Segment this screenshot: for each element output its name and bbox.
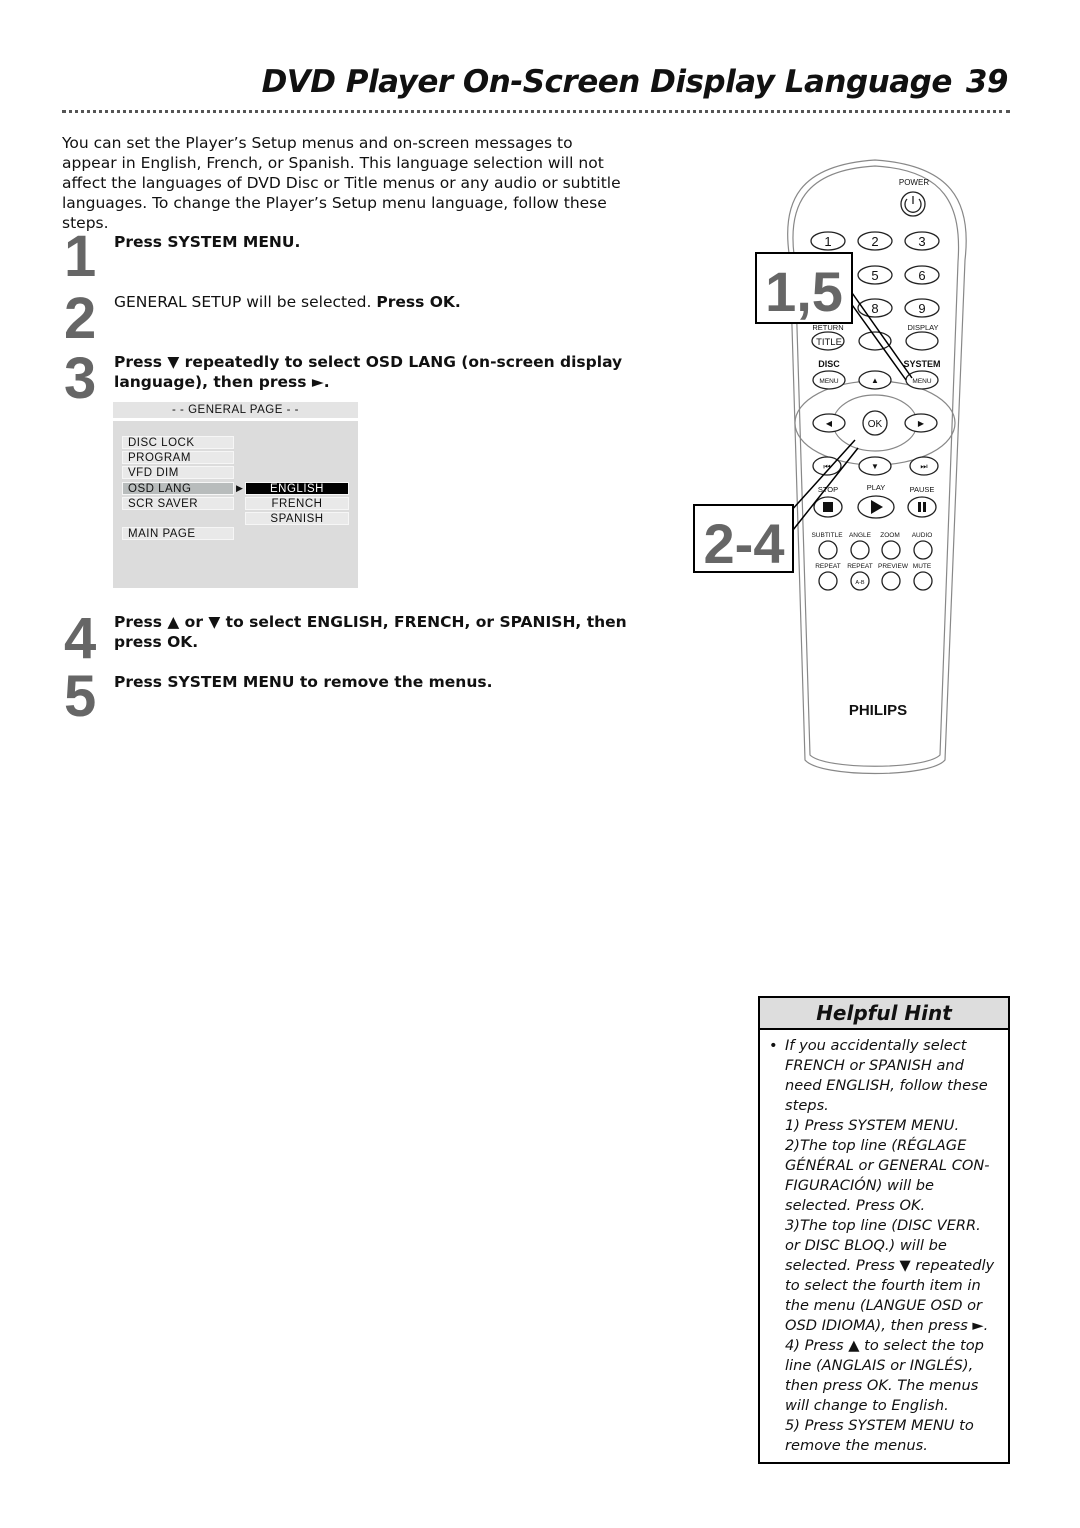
mute-label: MUTE <box>913 563 932 570</box>
right-arrow-icon: ▶ <box>918 419 925 428</box>
system-label: SYSTEM <box>903 359 940 369</box>
ok-label: OK <box>868 419 883 430</box>
left-arrow-icon: ◀ <box>826 419 833 428</box>
subtitle-label: SUBTITLE <box>811 532 843 539</box>
repeat-label: REPEAT <box>815 563 841 570</box>
down-arrow-icon: ▼ <box>871 462 879 471</box>
angle-label: ANGLE <box>849 532 872 539</box>
display-label: DISPLAY <box>907 323 938 332</box>
play-label: PLAY <box>867 483 886 492</box>
hint-line: 2)The top line (RÉGLAGE GÉNÉRAL or GENER… <box>785 1137 990 1214</box>
digit-label: 6 <box>918 268 925 283</box>
philips-logo: PHILIPS <box>849 702 907 719</box>
zoom-button[interactable] <box>881 540 901 560</box>
repeat-button[interactable] <box>818 571 838 591</box>
callout-label: 1,5 <box>765 260 843 323</box>
hint-line: 4) Press ▲ to select the top line (ANGLA… <box>785 1337 984 1414</box>
digit-label: 1 <box>824 234 831 249</box>
bullet: • <box>769 1037 778 1054</box>
zoom-label: ZOOM <box>880 532 900 539</box>
callout-label: 2-4 <box>704 512 785 575</box>
audio-label: AUDIO <box>912 532 933 539</box>
hint-line: If you accidentally select FRENCH or SPA… <box>785 1037 988 1114</box>
menu-label: MENU <box>912 378 931 385</box>
audio-button[interactable] <box>913 540 933 560</box>
hint-body: • If you accidentally select FRENCH or S… <box>760 1030 1008 1456</box>
preview-button[interactable] <box>881 571 901 591</box>
digit-label: 2 <box>871 234 878 249</box>
stop-icon <box>823 502 833 512</box>
preview-label: PREVIEW <box>878 563 909 570</box>
power-label: POWER <box>899 178 929 187</box>
pause-button[interactable] <box>907 496 937 518</box>
repeat-ab-label: REPEAT <box>847 563 873 570</box>
return-label: RETURN <box>812 323 843 332</box>
digit-label: 9 <box>918 301 925 316</box>
next-icon: ⏭ <box>920 462 927 471</box>
mute-button[interactable] <box>913 571 933 591</box>
subtitle-button[interactable] <box>818 540 838 560</box>
previous-icon: ⏮ <box>823 462 830 471</box>
menu-label: MENU <box>819 378 838 385</box>
up-arrow-icon: ▲ <box>871 376 879 385</box>
hint-line: 5) Press SYSTEM MENU to remove the menus… <box>785 1417 974 1454</box>
pause-label: PAUSE <box>910 485 935 494</box>
hint-title: Helpful Hint <box>760 998 1008 1030</box>
hint-line: 3)The top line (DISC VERR. or DISC BLOQ.… <box>785 1217 995 1334</box>
remote-control-illustration: POWER 1 2 3 5 6 8 9 RETURN DISPLAY TITLE… <box>693 159 967 775</box>
digit-label: 8 <box>871 301 878 316</box>
digit-label: 5 <box>871 268 878 283</box>
disc-label: DISC <box>818 359 840 369</box>
hint-line: 1) Press SYSTEM MENU. <box>785 1117 960 1134</box>
digit-label: 3 <box>918 234 925 249</box>
angle-button[interactable] <box>850 540 870 560</box>
display-button[interactable] <box>905 331 939 351</box>
title-label: TITLE <box>816 337 842 348</box>
ab-label: A-B <box>855 580 865 586</box>
helpful-hint-box: Helpful Hint • If you accidentally selec… <box>758 996 1010 1464</box>
